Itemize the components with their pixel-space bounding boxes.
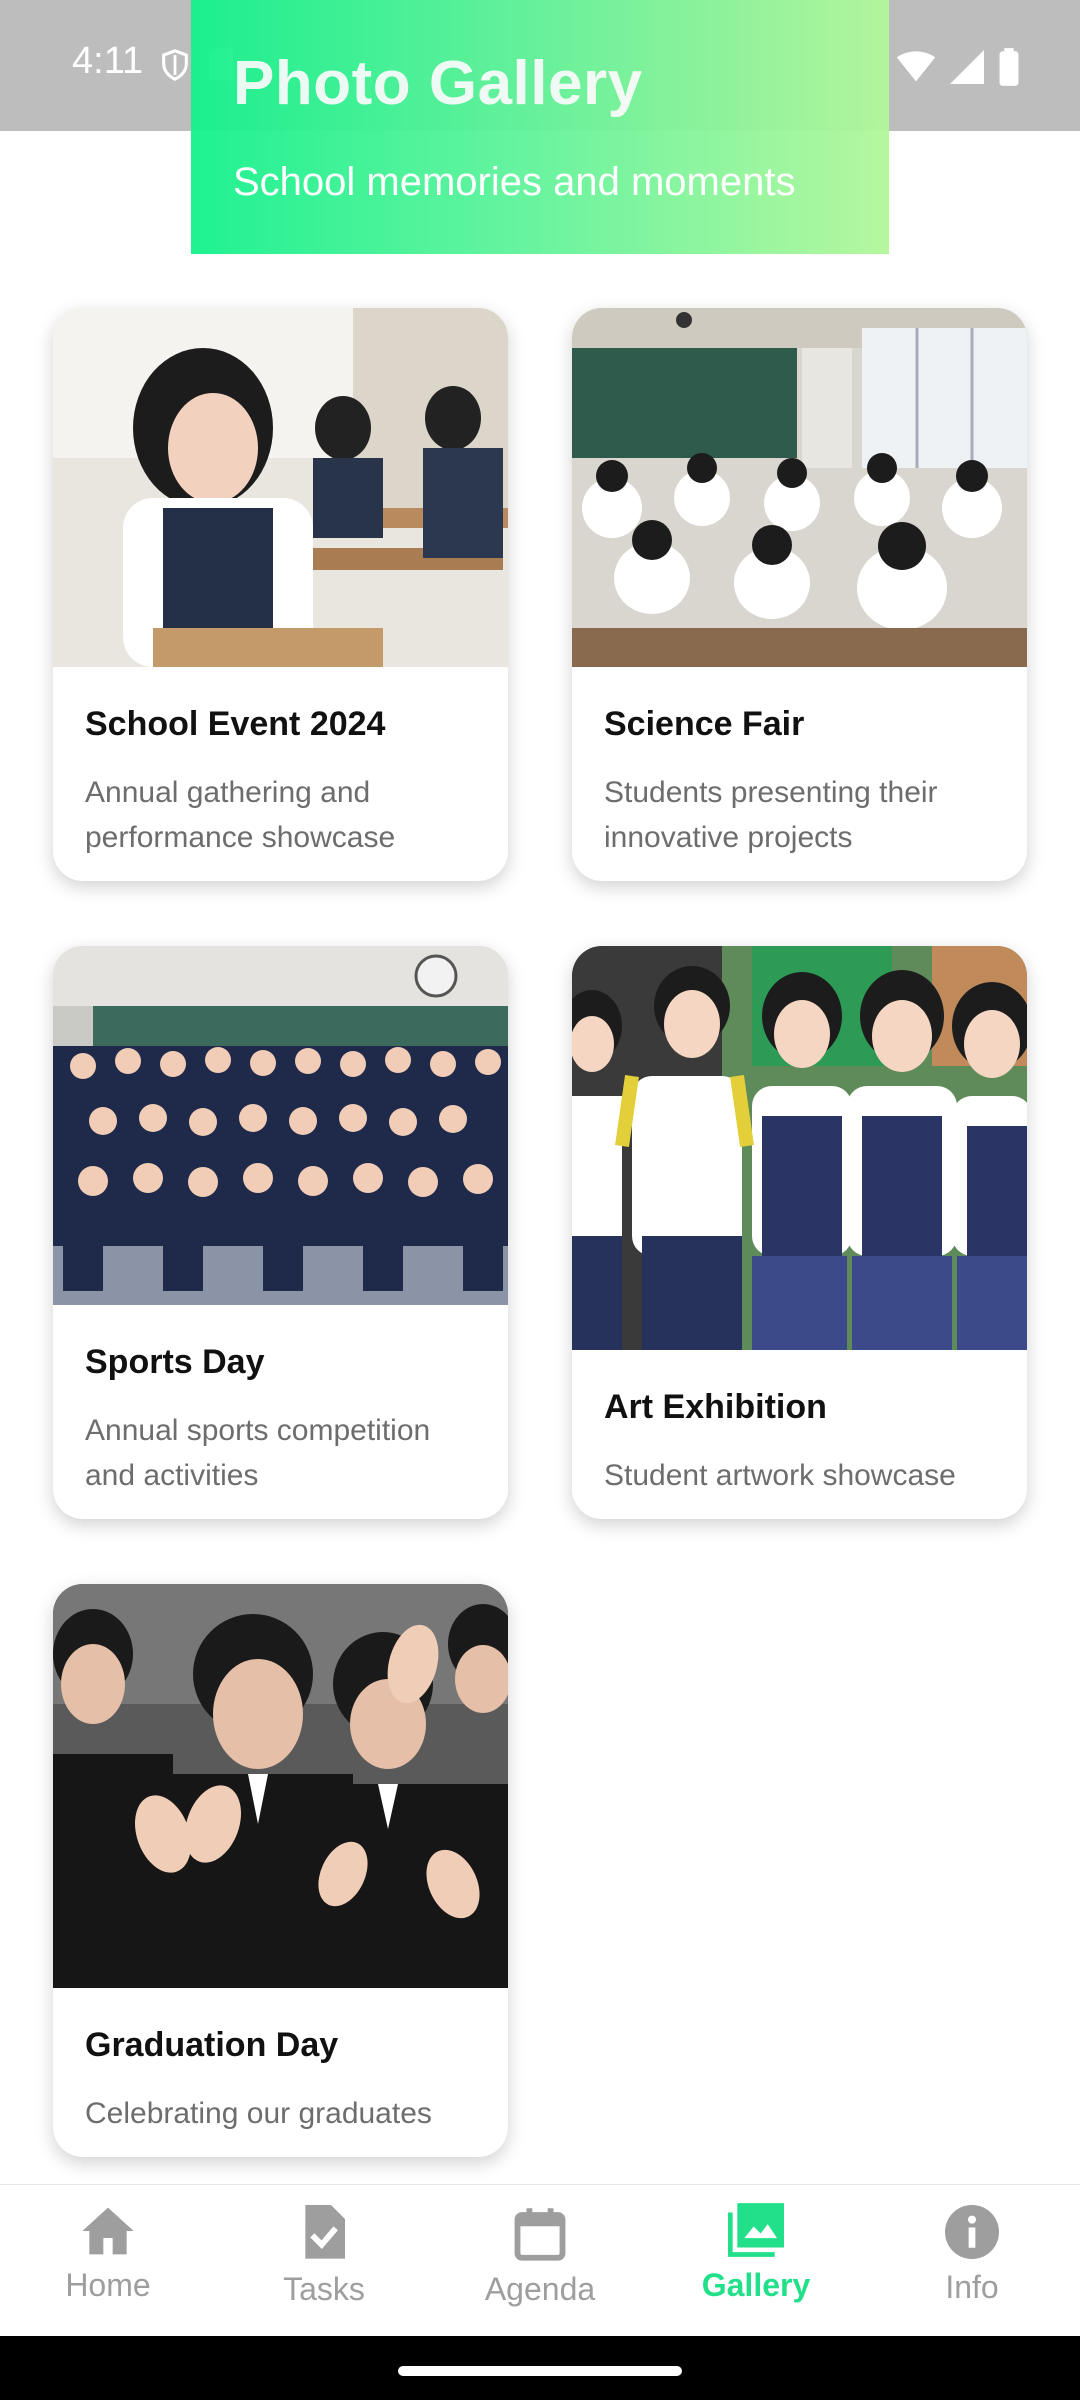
gallery-card-graduation-day[interactable]: Graduation Day Celebrating our graduates bbox=[53, 1584, 508, 2157]
card-image-class-group bbox=[53, 946, 508, 1305]
card-image-classroom bbox=[572, 308, 1027, 667]
nav-item-home[interactable]: Home bbox=[8, 2205, 208, 2335]
card-title: Art Exhibition bbox=[604, 1388, 827, 1426]
card-description: Annual sports competition and activities bbox=[85, 1414, 431, 1492]
card-image-graduates-cheering bbox=[53, 1584, 508, 1988]
gallery-icon bbox=[728, 2203, 784, 2257]
battery-icon bbox=[999, 48, 1019, 86]
gallery-card-sports-day[interactable]: Sports Day Annual sports competition and… bbox=[53, 946, 508, 1519]
nav-item-gallery[interactable]: Gallery bbox=[656, 2203, 856, 2333]
gallery-header: Photo Gallery School memories and moment… bbox=[191, 0, 889, 254]
card-description: Student artwork showcase bbox=[604, 1459, 956, 1492]
nav-item-agenda[interactable]: Agenda bbox=[440, 2205, 640, 2335]
home-icon bbox=[82, 2207, 134, 2255]
tasks-icon bbox=[305, 2205, 345, 2259]
page-title: Photo Gallery bbox=[233, 49, 643, 118]
wifi-icon bbox=[896, 51, 936, 82]
signal-icon bbox=[950, 50, 984, 84]
home-gesture-handle[interactable] bbox=[398, 2366, 682, 2376]
card-image-students-smiling bbox=[572, 946, 1027, 1350]
system-gesture-bar bbox=[0, 2336, 1080, 2400]
nav-label-home: Home bbox=[65, 2267, 151, 2303]
card-title: School Event 2024 bbox=[85, 705, 386, 743]
gallery-card-art-exhibition[interactable]: Art Exhibition Student artwork showcase bbox=[572, 946, 1027, 1519]
card-title: Sports Day bbox=[85, 1343, 265, 1381]
status-right-icons bbox=[896, 48, 1020, 86]
nav-label-gallery: Gallery bbox=[701, 2267, 811, 2303]
calendar-icon bbox=[514, 2208, 566, 2261]
nav-item-tasks[interactable]: Tasks bbox=[224, 2205, 424, 2335]
card-description: Annual gathering and performance showcas… bbox=[85, 776, 396, 854]
shield-icon bbox=[162, 49, 188, 81]
page-subtitle: School memories and moments bbox=[233, 160, 796, 204]
bottom-navigation: Home Tasks Agenda Gallery Info bbox=[0, 2184, 1080, 2337]
card-description: Celebrating our graduates bbox=[85, 2097, 432, 2130]
nav-item-info[interactable]: Info bbox=[872, 2205, 1072, 2335]
gallery-card-science-fair[interactable]: Science Fair Students presenting their i… bbox=[572, 308, 1027, 881]
info-icon bbox=[945, 2205, 999, 2259]
status-time: 4:11 bbox=[72, 40, 144, 82]
nav-label-tasks: Tasks bbox=[283, 2271, 365, 2307]
gallery-card-school-event[interactable]: School Event 2024 Annual gathering and p… bbox=[53, 308, 508, 881]
card-image-students-at-desks bbox=[53, 308, 508, 667]
card-title: Graduation Day bbox=[85, 2026, 339, 2064]
card-title: Science Fair bbox=[604, 705, 805, 743]
nav-label-agenda: Agenda bbox=[484, 2271, 596, 2307]
nav-label-info: Info bbox=[945, 2269, 999, 2305]
card-description: Students presenting their innovative pro… bbox=[604, 776, 938, 854]
